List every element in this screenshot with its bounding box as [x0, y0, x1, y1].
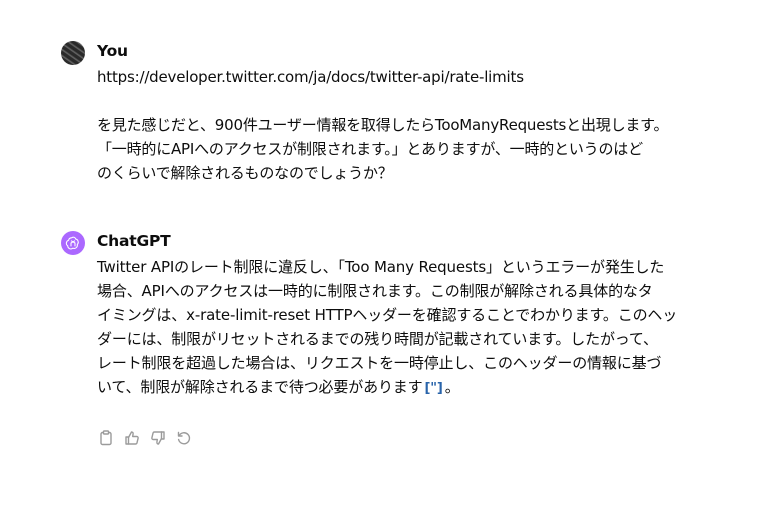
copy-button[interactable]	[97, 429, 115, 447]
assistant-message-line: ダーには、制限がリセットされるまでの残り時間が記載されています。したがって、	[97, 330, 658, 348]
thumbs-up-button[interactable]	[123, 429, 141, 447]
assistant-message-line-end: 。	[444, 378, 460, 396]
assistant-message-text: Twitter APIのレート制限に違反し、「Too Many Requests…	[97, 255, 717, 399]
copy-icon	[100, 430, 112, 446]
citation-link[interactable]: ["]	[425, 377, 443, 401]
user-avatar	[61, 41, 85, 65]
assistant-message-line: レート制限を超過した場合は、リクエストを一時停止し、このヘッダーの情報に基づ	[97, 354, 662, 372]
assistant-message-line: イミングは、x-rate-limit-reset HTTPヘッダーを確認すること…	[97, 306, 678, 324]
user-author-name: You	[97, 42, 128, 60]
thumbs-down-button[interactable]	[149, 429, 167, 447]
user-message-line: を見た感じだと、900件ユーザー情報を取得したらTooManyRequestsと…	[97, 116, 669, 134]
regenerate-icon	[177, 431, 191, 445]
regenerate-button[interactable]	[175, 429, 193, 447]
user-message-line: のくらいで解除されるものなのでしょうか？	[97, 164, 393, 182]
assistant-message-line: 場合、APIへのアクセスは一時的に制限されます。この制限が解除される具体的なタ	[97, 282, 653, 300]
assistant-author-name: ChatGPT	[97, 232, 171, 250]
user-message-line: 「一時的にAPIへのアクセスが制限されます。」とありますが、一時的というのはど	[97, 140, 643, 158]
assistant-message-line: Twitter APIのレート制限に違反し、「Too Many Requests…	[97, 258, 665, 276]
thumbs-up-icon	[125, 431, 139, 445]
assistant-message-line-text: いて、制限が解除されるまで待つ必要があります	[97, 378, 423, 396]
assistant-message-line: いて、制限が解除されるまで待つ必要があります ["]。	[97, 375, 717, 399]
message-actions	[97, 429, 193, 447]
user-message-text: https://developer.twitter.com/ja/docs/tw…	[97, 65, 717, 185]
thumbs-down-icon	[151, 431, 165, 445]
user-message-line: https://developer.twitter.com/ja/docs/tw…	[97, 68, 524, 86]
chatgpt-logo-icon	[61, 231, 85, 255]
